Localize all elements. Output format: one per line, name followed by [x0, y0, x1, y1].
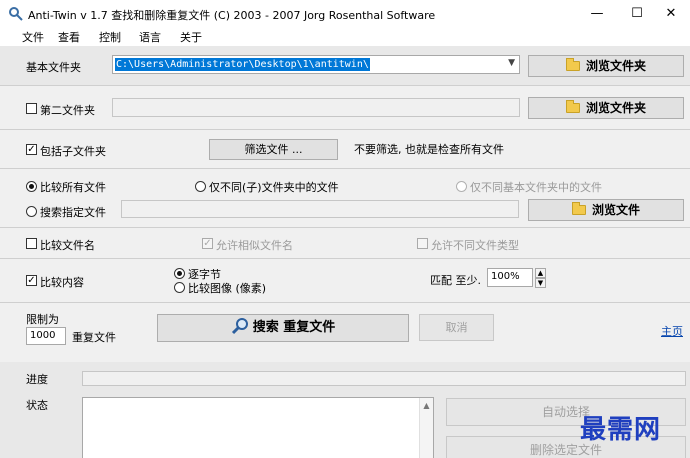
divider [0, 85, 690, 86]
diff-subfolder-label: 仅不同(子)文件夹中的文件 [209, 181, 339, 194]
divider [0, 227, 690, 228]
filter-note: 不要筛选, 也就是检查所有文件 [354, 143, 504, 156]
diff-base-folder-label: 仅不同基本文件夹中的文件 [470, 181, 602, 194]
base-folder-label: 基本文件夹 [26, 61, 81, 74]
browse-file-label: 浏览文件 [591, 203, 640, 217]
window-title: Anti-Twin v 1.7 查找和删除重复文件 (C) 2003 - 200… [28, 9, 436, 22]
folder-icon [565, 100, 580, 113]
search-file-field[interactable] [121, 200, 519, 218]
compare-content-label: 比较内容 [40, 276, 84, 289]
divider [0, 168, 690, 169]
include-subfolders-checkbox[interactable]: ✓ [26, 144, 37, 155]
diff-base-folder-radio[interactable] [456, 181, 467, 192]
compare-all-radio[interactable] [26, 181, 37, 192]
status-label: 状态 [26, 399, 48, 412]
menu-bar: 文件 查看 控制 语言 关于 [0, 28, 690, 46]
menu-view[interactable]: 查看 [58, 29, 80, 45]
filter-files-button[interactable]: 筛选文件 ... [209, 139, 338, 160]
limit-suffix: 重复文件 [72, 331, 116, 344]
browse-base-folder-label: 浏览文件夹 [585, 59, 646, 73]
magnifier-app-icon [9, 7, 23, 21]
menu-file[interactable]: 文件 [22, 29, 44, 45]
browse-second-folder-button[interactable]: 浏览文件夹 [528, 97, 684, 119]
browse-second-folder-label: 浏览文件夹 [585, 101, 646, 115]
base-folder-path: C:\Users\Administrator\Desktop\1\antitwi… [115, 58, 370, 71]
compare-images-label: 比较图像 (像素) [188, 282, 267, 295]
different-types-label: 允许不同文件类型 [431, 239, 519, 252]
match-percent-input[interactable]: 100% [487, 268, 533, 287]
search-icon [231, 318, 248, 335]
compare-all-label: 比较所有文件 [40, 181, 106, 194]
browse-base-folder-button[interactable]: 浏览文件夹 [528, 55, 684, 77]
scrollbar[interactable]: ▲ [419, 398, 433, 458]
similar-names-checkbox[interactable]: ✓ [202, 238, 213, 249]
divider [0, 302, 690, 303]
divider [0, 129, 690, 130]
match-label: 匹配 至少. [430, 274, 481, 287]
menu-language[interactable]: 语言 [139, 29, 161, 45]
compare-names-label: 比较文件名 [40, 239, 95, 252]
cancel-button[interactable]: 取消 [419, 314, 494, 341]
homepage-link[interactable]: 主页 [661, 323, 683, 339]
compare-names-checkbox[interactable] [26, 238, 37, 249]
search-specific-radio[interactable] [26, 206, 37, 217]
divider [0, 258, 690, 259]
folder-icon [571, 202, 586, 215]
search-specific-label: 搜索指定文件 [40, 206, 106, 219]
progress-bar [82, 371, 686, 386]
progress-label: 进度 [26, 373, 48, 386]
close-button[interactable]: ✕ [648, 0, 690, 28]
menu-control[interactable]: 控制 [99, 29, 121, 45]
menu-about[interactable]: 关于 [180, 29, 202, 45]
chevron-down-icon[interactable]: ▼ [508, 58, 515, 68]
different-types-checkbox[interactable] [417, 238, 428, 249]
diff-subfolder-radio[interactable] [195, 181, 206, 192]
second-folder-checkbox[interactable] [26, 103, 37, 114]
title-bar: Anti-Twin v 1.7 查找和删除重复文件 (C) 2003 - 200… [0, 0, 690, 28]
compare-images-radio[interactable] [174, 282, 185, 293]
folder-icon [565, 58, 580, 71]
include-subfolders-label: 包括子文件夹 [40, 145, 106, 158]
spin-up-icon[interactable]: ▲ [535, 268, 546, 278]
compare-content-checkbox[interactable]: ✓ [26, 275, 37, 286]
watermark-logo: 最需网 [580, 415, 662, 445]
base-folder-combo[interactable]: C:\Users\Administrator\Desktop\1\antitwi… [112, 55, 520, 74]
limit-label: 限制为 [26, 313, 59, 326]
search-duplicates-label: 搜索 重复文件 [252, 320, 336, 335]
spin-down-icon[interactable]: ▼ [535, 278, 546, 288]
second-folder-field[interactable] [112, 98, 520, 117]
browse-file-button[interactable]: 浏览文件 [528, 199, 684, 221]
limit-input[interactable]: 1000 [26, 327, 66, 345]
status-text-area[interactable]: ▲ [82, 397, 434, 458]
similar-names-label: 允许相似文件名 [216, 239, 293, 252]
search-duplicates-button[interactable]: 搜索 重复文件 [157, 314, 409, 342]
second-folder-label: 第二文件夹 [40, 104, 95, 117]
bytewise-radio[interactable] [174, 268, 185, 279]
